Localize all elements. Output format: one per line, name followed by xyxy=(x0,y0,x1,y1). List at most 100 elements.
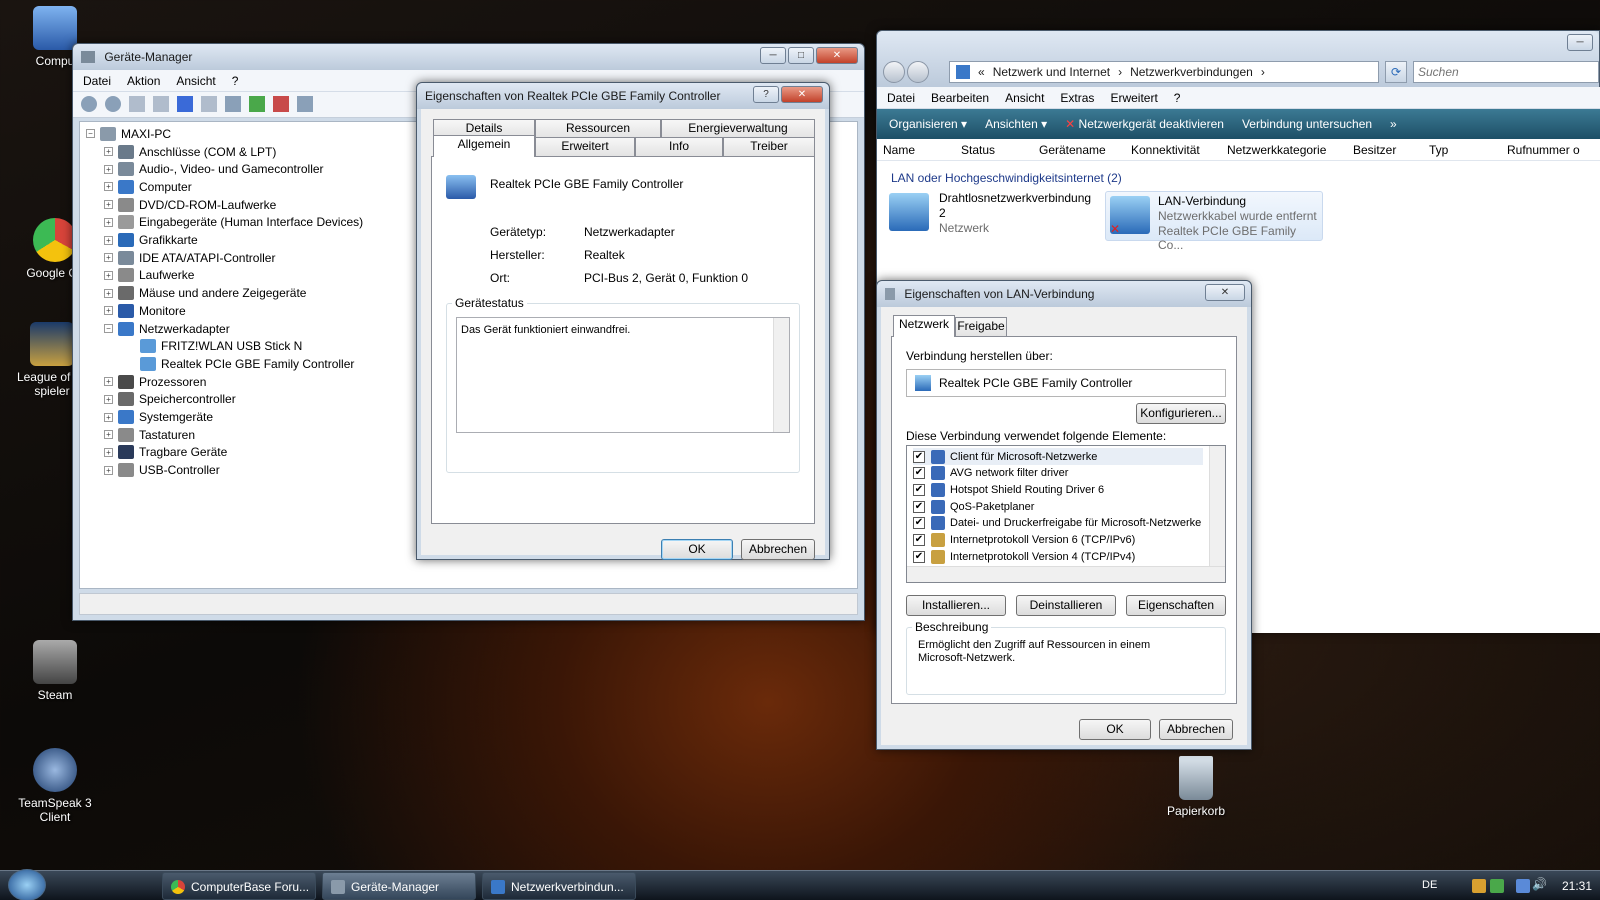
maximize-button[interactable]: □ xyxy=(788,47,814,64)
search-input[interactable] xyxy=(1413,61,1599,83)
connection-wireless[interactable]: Drahtlosnetzwerkverbindung 2 Netzwerk xyxy=(887,189,1097,243)
taskbar-button-browser[interactable]: ComputerBase Foru... xyxy=(162,872,316,900)
column-header[interactable]: Besitzer xyxy=(1353,143,1396,157)
expand-icon[interactable]: + xyxy=(104,182,113,192)
ok-button[interactable]: OK xyxy=(1079,719,1151,740)
menu-tools[interactable]: Extras xyxy=(1060,91,1094,105)
list-horizontal-scrollbar[interactable] xyxy=(907,566,1225,582)
disable-device-button[interactable]: ✕ Netzwerkgerät deaktivieren xyxy=(1065,117,1224,131)
ok-button[interactable]: OK xyxy=(661,539,733,560)
expand-icon[interactable]: + xyxy=(104,235,113,245)
column-header[interactable]: Konnektivität xyxy=(1131,143,1200,157)
menu-file[interactable]: Datei xyxy=(83,74,111,88)
desktop-icon-teamspeak[interactable]: TeamSpeak 3 Client xyxy=(5,748,105,824)
tree-device-item[interactable]: FRITZ!WLAN USB Stick N xyxy=(140,338,302,355)
cancel-button[interactable]: Abbrechen xyxy=(1159,719,1233,740)
tree-category-item[interactable]: + Audio-, Video- und Gamecontroller xyxy=(104,161,324,178)
tree-root[interactable]: − MAXI-PC xyxy=(86,125,171,142)
expand-icon[interactable]: + xyxy=(104,200,113,210)
tree-category-item[interactable]: + Computer xyxy=(104,178,192,195)
device-manager-titlebar[interactable]: Geräte-Manager ─ □ ✕ xyxy=(73,44,864,70)
expand-icon[interactable]: + xyxy=(104,465,113,475)
properties-icon[interactable] xyxy=(153,96,169,112)
expand-icon[interactable]: + xyxy=(104,164,113,174)
tab-network[interactable]: Netzwerk xyxy=(893,315,955,337)
expand-icon[interactable]: + xyxy=(104,270,113,280)
collapse-icon[interactable]: − xyxy=(86,129,95,138)
tree-category-item[interactable]: + Tragbare Geräte xyxy=(104,444,227,461)
collapse-icon[interactable]: − xyxy=(104,324,113,333)
expand-icon[interactable]: + xyxy=(104,394,113,404)
column-header[interactable]: Name xyxy=(883,143,915,157)
tree-category-item[interactable]: + USB-Controller xyxy=(104,462,220,479)
menu-file[interactable]: Datei xyxy=(887,91,915,105)
tab-advanced[interactable]: Erweitert xyxy=(535,137,635,156)
refresh-icon[interactable]: ⟳ xyxy=(1385,61,1407,83)
menu-action[interactable]: Aktion xyxy=(127,74,160,88)
column-header[interactable]: Typ xyxy=(1429,143,1448,157)
expand-icon[interactable]: + xyxy=(104,306,113,316)
tray-icon[interactable] xyxy=(1490,879,1504,893)
group-header[interactable]: LAN oder Hochgeschwindigkeitsinternet (2… xyxy=(891,171,1122,185)
checkbox[interactable]: ✔ xyxy=(913,517,925,530)
list-item[interactable]: ✔ Internetprotokoll Version 6 (TCP/IPv6) xyxy=(913,532,1135,549)
address-bar[interactable]: « Netzwerk und Internet › Netzwerkverbin… xyxy=(949,61,1379,83)
configure-button[interactable]: Konfigurieren... xyxy=(1136,403,1226,424)
expand-icon[interactable]: + xyxy=(104,412,113,422)
views-button[interactable]: Ansichten ▾ xyxy=(985,117,1047,131)
column-header[interactable]: Status xyxy=(961,143,995,157)
close-button[interactable]: ✕ xyxy=(781,86,823,103)
tree-category-item[interactable]: + Mäuse und andere Zeigegeräte xyxy=(104,285,306,302)
menu-help[interactable]: ? xyxy=(1174,91,1181,105)
breadcrumb-overflow[interactable]: « xyxy=(978,65,985,79)
tree-category-item[interactable]: + Prozessoren xyxy=(104,373,206,390)
tab-sharing[interactable]: Freigabe xyxy=(955,317,1007,336)
column-header[interactable]: Gerätename xyxy=(1039,143,1106,157)
tree-category-item[interactable]: + Laufwerke xyxy=(104,267,194,284)
explorer-titlebar[interactable]: ─ « Netzwerk und Internet › Netzwerkverb… xyxy=(877,31,1599,87)
column-header[interactable]: Netzwerkkategorie xyxy=(1227,143,1326,157)
tree-category-item[interactable]: + Monitore xyxy=(104,302,186,319)
install-button[interactable]: Installieren... xyxy=(906,595,1006,616)
tab-general[interactable]: Allgemein xyxy=(433,135,535,157)
status-scrollbar[interactable] xyxy=(773,318,789,432)
checkbox[interactable]: ✔ xyxy=(913,467,925,480)
forward-icon[interactable] xyxy=(105,96,121,112)
expand-icon[interactable]: + xyxy=(104,288,113,298)
window-icon[interactable] xyxy=(201,96,217,112)
connection-lan[interactable]: ✕ LAN-Verbindung Netzwerkkabel wurde ent… xyxy=(1105,191,1323,252)
expand-icon[interactable]: + xyxy=(104,377,113,387)
tree-category-item[interactable]: + Speichercontroller xyxy=(104,391,236,408)
checkbox[interactable]: ✔ xyxy=(913,450,925,463)
close-button[interactable]: ✕ xyxy=(816,47,858,64)
minimize-button[interactable]: ─ xyxy=(1567,34,1593,51)
tree-category-item[interactable]: + DVD/CD-ROM-Laufwerke xyxy=(104,196,276,213)
language-indicator[interactable]: DE xyxy=(1422,879,1437,891)
checkbox[interactable]: ✔ xyxy=(913,500,925,513)
tray-icon[interactable] xyxy=(1472,879,1486,893)
tab-info[interactable]: Info xyxy=(635,137,723,156)
menu-view[interactable]: Ansicht xyxy=(1005,91,1044,105)
menu-view[interactable]: Ansicht xyxy=(176,74,215,88)
back-icon[interactable] xyxy=(81,96,97,112)
clock[interactable]: 21:31 xyxy=(1562,879,1592,893)
tab-power-management[interactable]: Energieverwaltung xyxy=(661,119,815,138)
uninstall-icon[interactable] xyxy=(273,96,289,112)
help-icon[interactable] xyxy=(177,96,193,112)
start-button[interactable] xyxy=(8,869,46,900)
properties-button[interactable]: Eigenschaften xyxy=(1126,595,1226,616)
tree-category-item[interactable]: + Tastaturen xyxy=(104,426,195,443)
update-driver-icon[interactable] xyxy=(249,96,265,112)
tab-driver[interactable]: Treiber xyxy=(723,137,815,156)
tab-resources[interactable]: Ressourcen xyxy=(535,119,661,138)
dialog-titlebar[interactable]: Eigenschaften von Realtek PCIe GBE Famil… xyxy=(417,83,829,109)
back-button[interactable] xyxy=(883,61,905,83)
desktop-icon-recycle-bin[interactable]: Papierkorb xyxy=(1146,756,1246,818)
expand-icon[interactable]: + xyxy=(104,430,113,440)
checkbox[interactable]: ✔ xyxy=(913,483,925,496)
expand-icon[interactable]: + xyxy=(104,147,113,156)
breadcrumb-network-connections[interactable]: Netzwerkverbindungen xyxy=(1130,65,1253,79)
checkbox[interactable]: ✔ xyxy=(913,550,925,563)
dialog-titlebar[interactable]: Eigenschaften von LAN-Verbindung ✕ xyxy=(877,281,1251,307)
expand-icon[interactable]: + xyxy=(104,253,113,263)
